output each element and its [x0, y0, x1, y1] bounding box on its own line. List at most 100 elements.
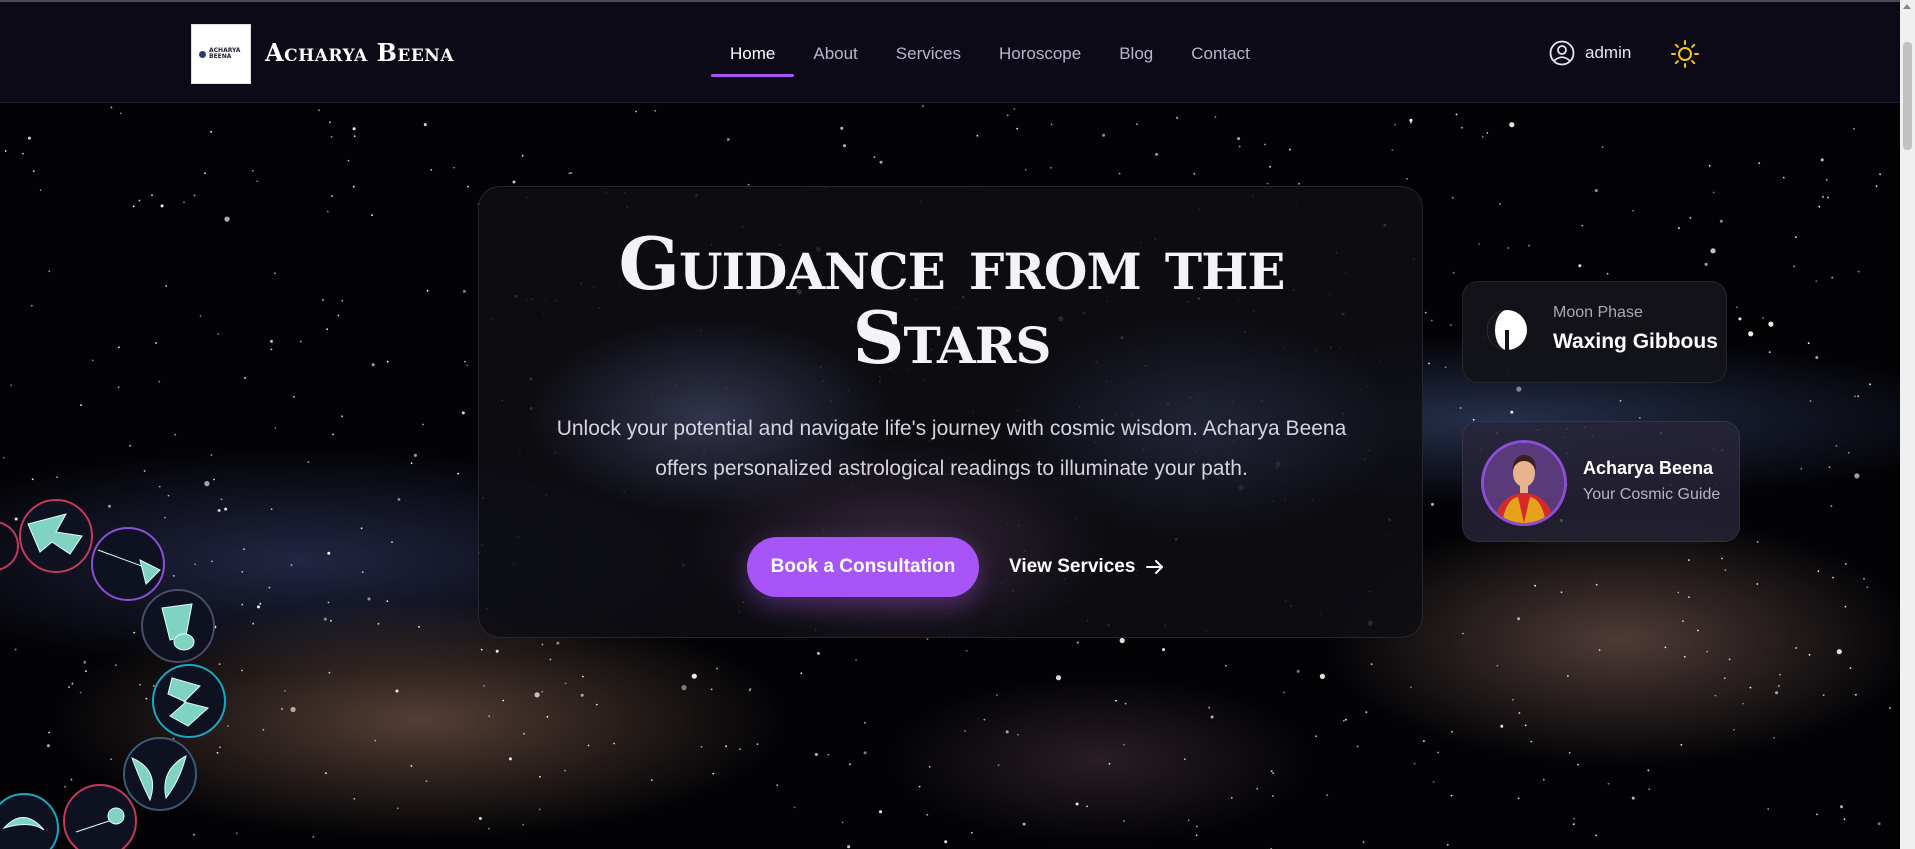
star	[970, 831, 973, 834]
star	[274, 427, 277, 429]
star	[1875, 185, 1878, 188]
star	[325, 772, 327, 775]
star	[1283, 691, 1285, 694]
star	[1825, 178, 1828, 181]
star	[1756, 541, 1759, 543]
star	[1706, 650, 1709, 653]
star	[1778, 685, 1780, 687]
star	[120, 112, 122, 115]
user-menu[interactable]: admin	[1549, 40, 1631, 66]
star	[739, 748, 741, 750]
star	[1818, 205, 1821, 208]
scroll-up-icon[interactable]	[1903, 4, 1911, 9]
star	[534, 692, 540, 698]
star	[262, 728, 265, 731]
star	[210, 454, 213, 456]
star	[1857, 395, 1860, 398]
brand-name[interactable]: Acharya Beena	[265, 38, 454, 67]
star	[1119, 637, 1125, 644]
nav-about[interactable]: About	[794, 2, 876, 105]
star	[1530, 740, 1533, 743]
star	[1289, 148, 1291, 151]
star	[495, 649, 499, 653]
star	[174, 433, 177, 436]
star	[322, 299, 324, 301]
star	[712, 772, 715, 775]
star	[243, 548, 246, 550]
star	[1481, 135, 1484, 138]
star	[1410, 121, 1412, 124]
star	[1854, 395, 1856, 398]
star	[155, 342, 158, 344]
star	[1688, 596, 1690, 598]
book-consultation-button[interactable]: Book a Consultation	[747, 537, 979, 597]
star	[270, 339, 273, 343]
star	[360, 527, 363, 530]
star	[422, 423, 424, 426]
star	[426, 289, 429, 292]
page-scrollbar[interactable]	[1900, 0, 1915, 849]
star	[204, 172, 207, 175]
star	[371, 214, 373, 217]
star	[1768, 321, 1774, 327]
star	[1677, 591, 1680, 594]
star	[1478, 243, 1480, 245]
star	[1499, 203, 1501, 205]
star	[1704, 262, 1708, 266]
star	[1836, 649, 1842, 655]
star	[281, 708, 283, 710]
star	[523, 732, 525, 735]
star	[462, 289, 466, 293]
star	[210, 130, 213, 133]
star	[1835, 445, 1838, 447]
star	[1269, 165, 1271, 168]
star	[199, 315, 202, 317]
star	[377, 622, 380, 625]
scrollbar-thumb[interactable]	[1903, 42, 1912, 150]
star	[1238, 145, 1241, 148]
star	[1638, 416, 1641, 419]
brand-logo[interactable]: ACHARYA BEENA	[191, 24, 251, 84]
guide-card[interactable]: Acharya Beena Your Cosmic Guide	[1462, 421, 1740, 542]
star	[1721, 557, 1723, 560]
star	[1210, 715, 1214, 719]
nav-blog[interactable]: Blog	[1100, 2, 1172, 105]
star	[1424, 311, 1427, 314]
star	[1840, 805, 1843, 809]
star	[1124, 702, 1127, 705]
nav-services[interactable]: Services	[877, 2, 980, 105]
nav-horoscope[interactable]: Horoscope	[980, 2, 1100, 105]
star	[1619, 400, 1622, 402]
star	[1749, 686, 1752, 689]
star	[1595, 834, 1598, 837]
view-services-link[interactable]: View Services	[1009, 537, 1165, 597]
star	[650, 779, 653, 781]
star	[1847, 451, 1850, 454]
star	[483, 685, 486, 687]
star	[284, 690, 286, 692]
star	[143, 470, 146, 472]
sun-icon[interactable]	[1670, 39, 1700, 69]
star	[396, 807, 399, 810]
star	[1193, 172, 1196, 175]
star	[1266, 182, 1269, 185]
star	[580, 693, 584, 697]
star	[1517, 797, 1520, 800]
star	[1452, 271, 1455, 274]
star	[1326, 794, 1329, 796]
star	[1572, 823, 1575, 826]
nav-contact[interactable]: Contact	[1172, 2, 1269, 105]
star	[464, 360, 466, 363]
star	[27, 136, 31, 140]
star	[1697, 629, 1699, 632]
star	[1272, 772, 1274, 775]
star	[1528, 244, 1530, 247]
star	[849, 763, 851, 766]
star	[716, 667, 718, 670]
guide-portrait	[1484, 443, 1564, 523]
star	[257, 605, 260, 609]
nav-home[interactable]: Home	[711, 2, 795, 105]
star	[700, 746, 703, 748]
star	[1689, 217, 1692, 219]
star	[217, 333, 220, 336]
